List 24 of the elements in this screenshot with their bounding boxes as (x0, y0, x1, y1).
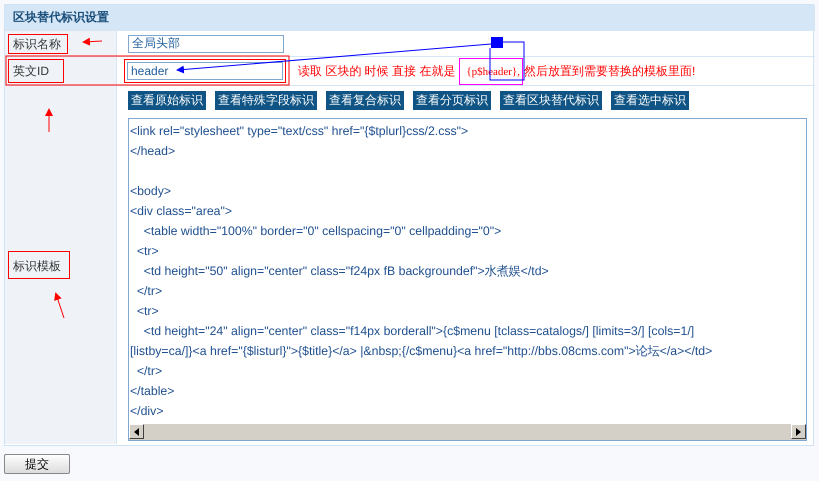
id-input[interactable]: header (127, 62, 283, 80)
tag-view-button[interactable]: 查看特殊字段标识 (215, 91, 317, 110)
template-code: <link rel="stylesheet" type="text/css" href="{$tplurl}css/2.css"> </head> <body> <div class="area"> <table width="100%" border="0" cellspacing="0" cellpadding="0"> <tr> <td height="50" align="center" class="f24px fB backgroundef">水煮娱</td> </tr> <tr> <td height="24" align="center" class="f14px borderall">{c$menu [tclass=catalogs/] [limits=3/] [cols=1/] [listby=ca/]}<a href="{$listurl}">{$title}</a> |&nbsp;{/c$menu}<a href="http://bbs.08cms.com">论坛</a></td> </tr> </table> </div> (129, 123, 714, 420)
hint-text: 读取 区块的 时候 直接 在就是 (298, 62, 456, 80)
tag-view-button[interactable]: 查看区块替代标识 (500, 91, 602, 110)
field-label: 标识名称 (13, 36, 61, 50)
tag-view-button[interactable]: 查看复合标识 (326, 91, 404, 110)
panel-title: 区块替代标识设置 (13, 9, 109, 26)
tag-view-button[interactable]: 查看选中标识 (611, 91, 689, 110)
horizontal-scrollbar[interactable] (129, 423, 806, 440)
hint-text: 然后放置到需要替换的模板里面! (524, 62, 696, 80)
scroll-right-icon[interactable] (791, 424, 806, 439)
field-label: 标识模板 (13, 259, 61, 273)
template-editor[interactable] (128, 118, 807, 441)
tag-view-button[interactable]: 查看分页标识 (413, 91, 491, 110)
field-label: 英文ID (13, 64, 49, 78)
window-icon (491, 37, 503, 48)
scroll-left-icon[interactable] (129, 424, 144, 439)
tag-view-button[interactable]: 查看原始标识 (128, 91, 206, 110)
submit-button[interactable]: 提交 (4, 454, 70, 474)
annotation-arrow (54, 292, 64, 318)
annotation-arrow (82, 38, 102, 46)
name-input[interactable]: 全局头部 (128, 34, 284, 52)
annotation-arrow (45, 108, 53, 132)
